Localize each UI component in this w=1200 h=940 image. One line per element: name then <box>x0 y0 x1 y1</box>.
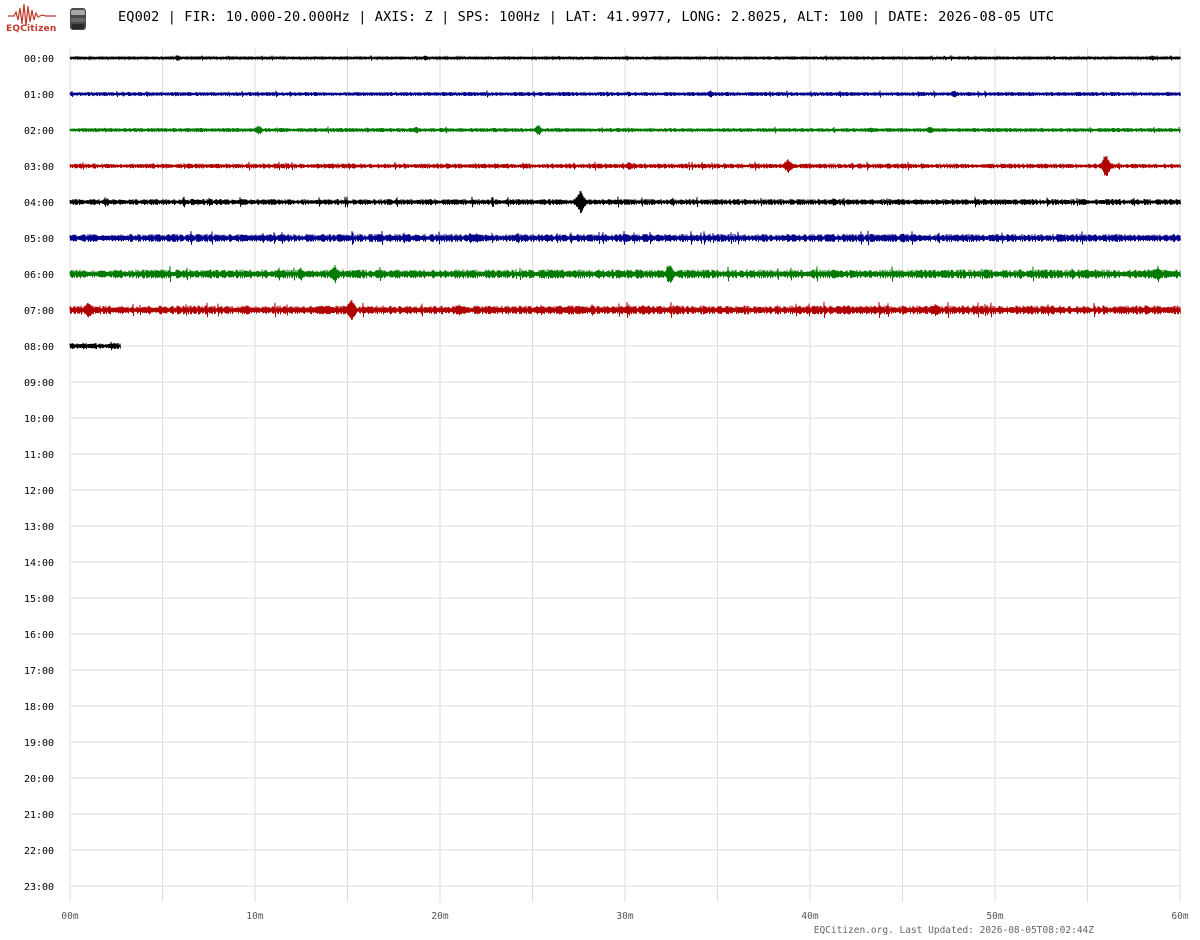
y-tick-label: 15:00 <box>24 594 54 605</box>
y-tick-label: 01:00 <box>24 90 54 101</box>
helicorder-chart: 00:00 01:00 02:00 03:00 04:00 05:00 06:00 07:00… <box>24 48 1189 922</box>
y-tick-label: 17:00 <box>24 666 54 677</box>
footer-text: EQCitizen.org. Last Updated: 2026-08-05T… <box>813 925 1094 936</box>
y-tick-label: 09:00 <box>24 378 54 389</box>
y-tick-label: 05:00 <box>24 234 54 245</box>
y-tick-label: 18:00 <box>24 702 54 713</box>
x-tick-label: 50m <box>986 911 1003 922</box>
x-tick-label: 00m <box>61 911 78 922</box>
y-tick-label: 08:00 <box>24 342 54 353</box>
y-tick-label: 04:00 <box>24 198 54 209</box>
y-tick-label: 14:00 <box>24 558 54 569</box>
x-axis-labels: 00m 10m 20m 30m 40m 50m 60m <box>61 911 1188 922</box>
y-tick-label: 19:00 <box>24 738 54 749</box>
y-tick-label: 06:00 <box>24 270 54 281</box>
y-tick-label: 22:00 <box>24 846 54 857</box>
y-tick-label: 11:00 <box>24 450 54 461</box>
y-tick-label: 07:00 <box>24 306 54 317</box>
x-tick-label: 40m <box>801 911 818 922</box>
y-tick-label: 10:00 <box>24 414 54 425</box>
grid <box>69 48 1181 902</box>
x-tick-label: 60m <box>1171 911 1188 922</box>
y-tick-label: 23:00 <box>24 882 54 893</box>
y-tick-label: 13:00 <box>24 522 54 533</box>
x-tick-label: 30m <box>616 911 633 922</box>
x-tick-label: 10m <box>246 911 263 922</box>
y-tick-label: 12:00 <box>24 486 54 497</box>
y-tick-label: 20:00 <box>24 774 54 785</box>
y-tick-label: 02:00 <box>24 126 54 137</box>
y-axis-labels: 00:00 01:00 02:00 03:00 04:00 05:00 06:00 07:00… <box>24 54 54 893</box>
y-tick-label: 03:00 <box>24 162 54 173</box>
y-tick-label: 16:00 <box>24 630 54 641</box>
y-tick-label: 21:00 <box>24 810 54 821</box>
y-tick-label: 00:00 <box>24 54 54 65</box>
x-tick-label: 20m <box>431 911 448 922</box>
